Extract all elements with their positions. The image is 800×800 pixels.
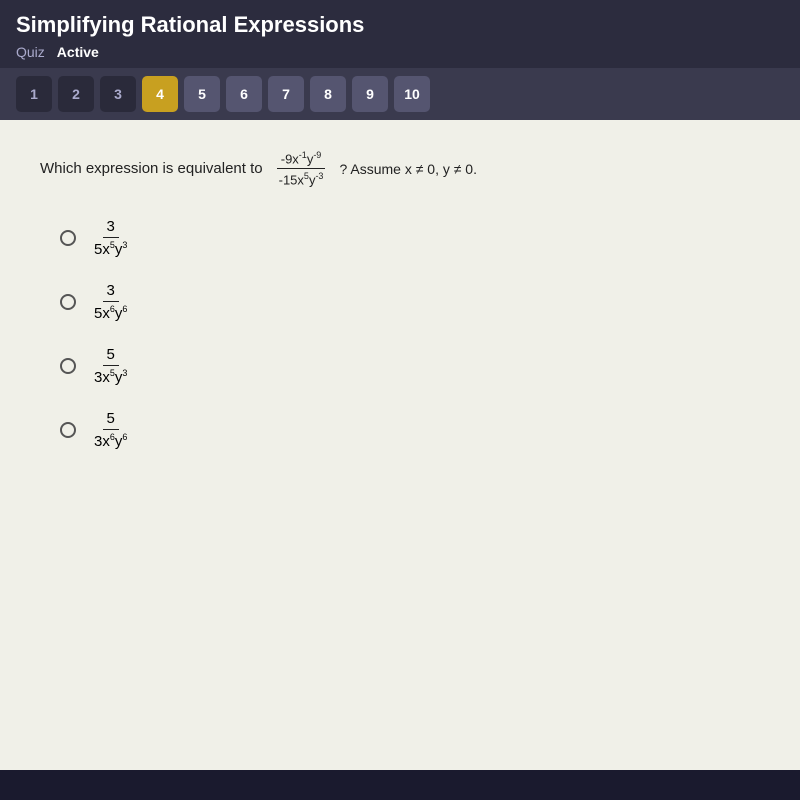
expression-fraction: -9x-1y-9 -15x5y-3 (271, 150, 332, 188)
option-fraction-2[interactable]: 35x6y6 (90, 282, 131, 322)
option-denominator: 3x5y3 (90, 366, 131, 386)
nav-btn-4[interactable]: 4 (142, 76, 178, 112)
option-denominator: 5x5y3 (90, 238, 131, 258)
option-numerator: 5 (103, 410, 119, 430)
active-label: Active (57, 44, 99, 60)
option-row: 53x6y6 (60, 410, 760, 450)
question-nav: 12345678910 (0, 68, 800, 120)
nav-btn-9[interactable]: 9 (352, 76, 388, 112)
nav-btn-6[interactable]: 6 (226, 76, 262, 112)
option-fraction-1[interactable]: 35x5y3 (90, 218, 131, 258)
question-intro: Which expression is equivalent to (40, 160, 263, 177)
nav-btn-3[interactable]: 3 (100, 76, 136, 112)
header: Simplifying Rational Expressions Quiz Ac… (0, 0, 800, 68)
nav-btn-7[interactable]: 7 (268, 76, 304, 112)
option-denominator: 3x6y6 (90, 430, 131, 450)
option-row: 53x5y3 (60, 346, 760, 386)
nav-btn-8[interactable]: 8 (310, 76, 346, 112)
options-list: 35x5y335x6y653x5y353x6y6 (40, 218, 760, 450)
nav-btn-10[interactable]: 10 (394, 76, 430, 112)
option-numerator: 3 (103, 218, 119, 238)
nav-btn-5[interactable]: 5 (184, 76, 220, 112)
radio-option-2[interactable] (60, 294, 76, 310)
option-row: 35x5y3 (60, 218, 760, 258)
radio-option-3[interactable] (60, 358, 76, 374)
content-area: Which expression is equivalent to -9x-1y… (0, 120, 800, 770)
fraction-numerator: -9x-1y-9 (277, 150, 326, 169)
option-denominator: 5x6y6 (90, 302, 131, 322)
page-title: Simplifying Rational Expressions (16, 12, 784, 38)
option-row: 35x6y6 (60, 282, 760, 322)
option-numerator: 5 (103, 346, 119, 366)
question-text: Which expression is equivalent to -9x-1y… (40, 150, 760, 188)
option-fraction-4[interactable]: 53x6y6 (90, 410, 131, 450)
assume-text: ? Assume x ≠ 0, y ≠ 0. (339, 161, 477, 177)
nav-btn-2[interactable]: 2 (58, 76, 94, 112)
fraction-denominator: -15x5y-3 (275, 169, 328, 187)
option-fraction-3[interactable]: 53x5y3 (90, 346, 131, 386)
option-numerator: 3 (103, 282, 119, 302)
quiz-label: Quiz (16, 44, 45, 60)
radio-option-1[interactable] (60, 230, 76, 246)
radio-option-4[interactable] (60, 422, 76, 438)
nav-btn-1[interactable]: 1 (16, 76, 52, 112)
